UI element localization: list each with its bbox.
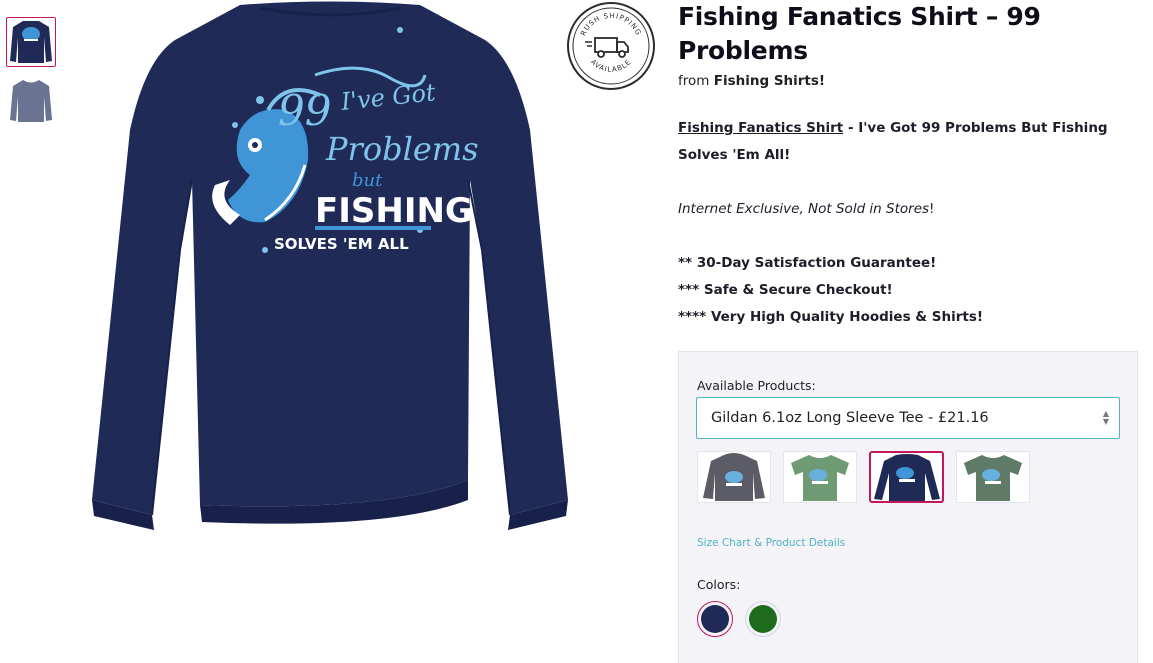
feature-quality: **** Very High Quality Hoodies & Shirts!	[678, 309, 984, 325]
from-prefix: from	[678, 73, 710, 89]
design-text-99: 99	[278, 86, 331, 135]
tshirt-icon	[791, 455, 849, 501]
longsleeve-icon	[873, 454, 940, 501]
design-text-but: but	[352, 170, 383, 191]
color-swatches	[697, 601, 781, 637]
shirt-front-thumbnail-image	[10, 80, 52, 122]
product-options-panel: Available Products: Gildan 6.1oz Long Sl…	[678, 351, 1138, 663]
shirt-back-image: I've Got 99 Problems but FISHING SOLVES …	[92, 1, 568, 530]
shirt-back-thumbnail-image	[10, 21, 52, 63]
product-link[interactable]: Fishing Fanatics Shirt	[678, 120, 843, 136]
image-thumbnails	[6, 17, 58, 135]
color-swatch-green[interactable]	[745, 601, 781, 637]
style-tee-green[interactable]	[783, 451, 857, 503]
colors-label: Colors:	[697, 577, 741, 592]
exclusive-note: Internet Exclusive, Not Sold in Stores!	[678, 196, 1138, 223]
main-product-image: I've Got 99 Problems but FISHING SOLVES …	[90, 0, 570, 540]
thumbnail-back-navy[interactable]	[6, 17, 56, 67]
navy-swatch-fill	[701, 605, 729, 633]
product-select-value: Gildan 6.1oz Long Sleeve Tee - £21.16	[711, 410, 989, 426]
product-title: Fishing Fanatics Shirt – 99 Problems	[678, 2, 1041, 65]
style-longsleeve-navy[interactable]	[869, 451, 944, 503]
thumbnail-front-grey[interactable]	[6, 76, 56, 126]
product-info: Fishing Fanatics Shirt – 99 Problems fro…	[678, 0, 1138, 331]
tshirt-alt-icon	[964, 455, 1022, 501]
exclusive-text: Internet Exclusive, Not Sold in Stores	[678, 201, 930, 217]
rush-shipping-badge: RUSH SHIPPING AVAILABLE	[565, 0, 657, 92]
product-description: Fishing Fanatics Shirt - I've Got 99 Pro…	[678, 115, 1138, 169]
available-products-label: Available Products:	[697, 378, 816, 393]
feature-guarantee: ** 30-Day Satisfaction Guarantee!	[678, 255, 937, 271]
color-swatch-navy[interactable]	[697, 601, 733, 637]
hoodie-icon	[703, 453, 765, 501]
feature-checkout: *** Safe & Secure Checkout!	[678, 282, 893, 298]
product-select[interactable]: Gildan 6.1oz Long Sleeve Tee - £21.16 ▲ ▼	[696, 397, 1120, 439]
store-attribution: from Fishing Shirts!	[678, 73, 1138, 89]
exclusive-suffix: !	[929, 201, 935, 217]
design-text-problems: Problems	[325, 130, 479, 168]
green-swatch-fill	[749, 605, 777, 633]
style-tee-green-alt[interactable]	[956, 451, 1030, 503]
store-name[interactable]: Fishing Shirts!	[714, 73, 825, 89]
size-chart-link[interactable]: Size Chart & Product Details	[697, 537, 845, 549]
style-hoodie-grey[interactable]	[697, 451, 771, 503]
design-text-solves: SOLVES 'EM ALL	[274, 235, 409, 253]
product-style-thumbnails	[697, 451, 1030, 503]
design-text-fishing: FISHING	[315, 191, 473, 231]
feature-list: ** 30-Day Satisfaction Guarantee! *** Sa…	[678, 250, 1138, 331]
select-arrows-icon: ▲ ▼	[1102, 409, 1109, 426]
